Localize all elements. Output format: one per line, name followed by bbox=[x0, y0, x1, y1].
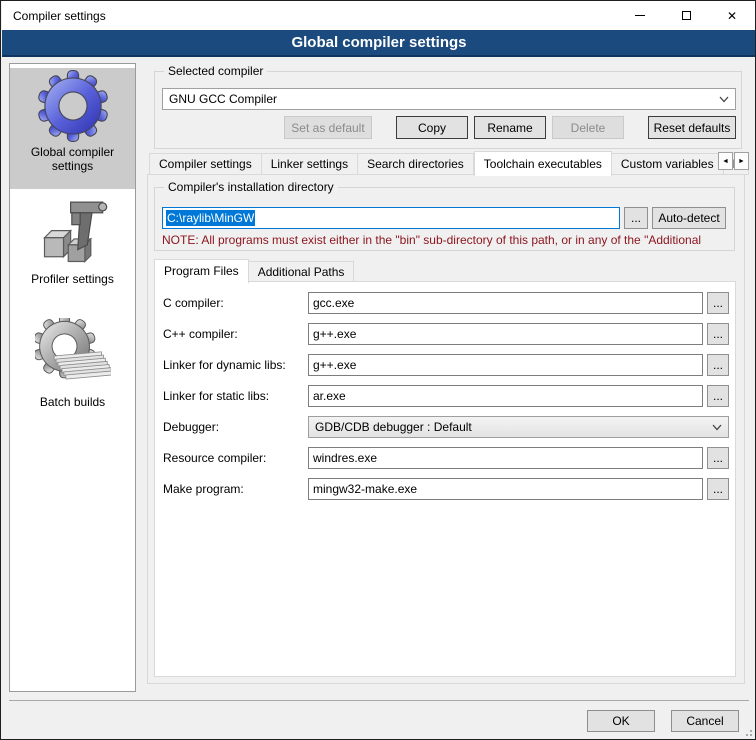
sidebar-item-profiler-settings[interactable]: Profiler settings bbox=[10, 195, 135, 292]
caption-buttons: ✕ bbox=[617, 1, 755, 30]
tab-toolchain-executables[interactable]: Toolchain executables bbox=[474, 151, 612, 176]
field-row-linker-dynamic: Linker for dynamic libs: ... bbox=[163, 354, 729, 376]
window-title: Compiler settings bbox=[13, 9, 106, 23]
resource-compiler-input[interactable] bbox=[308, 447, 703, 469]
toolchain-subtabs: Program Files Additional Paths bbox=[154, 258, 354, 282]
cpp-compiler-browse-button[interactable]: ... bbox=[707, 323, 729, 345]
tab-scroll-right-button[interactable]: ► bbox=[734, 152, 749, 170]
banner: Global compiler settings bbox=[2, 30, 756, 57]
linker-static-browse-button[interactable]: ... bbox=[707, 385, 729, 407]
field-row-resource-compiler: Resource compiler: ... bbox=[163, 447, 729, 469]
field-label: C compiler: bbox=[163, 296, 308, 310]
resource-compiler-browse-button[interactable]: ... bbox=[707, 447, 729, 469]
field-label: Make program: bbox=[163, 482, 308, 496]
tab-search-directories[interactable]: Search directories bbox=[358, 153, 474, 175]
sidebar-item-label: Batch builds bbox=[10, 394, 135, 415]
page-title: Global compiler settings bbox=[291, 34, 466, 51]
field-row-make-program: Make program: ... bbox=[163, 478, 729, 500]
cancel-button[interactable]: Cancel bbox=[671, 710, 739, 732]
copy-button[interactable]: Copy bbox=[396, 116, 468, 139]
field-row-debugger: Debugger: GDB/CDB debugger : Default bbox=[163, 416, 729, 438]
linker-dynamic-input[interactable] bbox=[308, 354, 703, 376]
sidebar-item-label: Profiler settings bbox=[10, 271, 135, 292]
install-dir-browse-button[interactable]: ... bbox=[624, 207, 648, 229]
group-label: Compiler's installation directory bbox=[164, 180, 338, 194]
debugger-combo[interactable]: GDB/CDB debugger : Default bbox=[308, 416, 729, 438]
install-dir-selected-text: C:\raylib\MinGW bbox=[166, 210, 255, 226]
field-label: Linker for dynamic libs: bbox=[163, 358, 308, 372]
gear-blue-icon bbox=[35, 68, 111, 144]
compiler-buttons-row: Set as default Copy Rename Delete Reset … bbox=[155, 116, 736, 139]
delete-button: Delete bbox=[552, 116, 624, 139]
installation-directory-group: Compiler's installation directory C:\ray… bbox=[154, 187, 735, 251]
field-label: Resource compiler: bbox=[163, 451, 308, 465]
bin-subdirectory-note: NOTE: All programs must exist either in … bbox=[162, 233, 729, 247]
minimize-button[interactable] bbox=[617, 1, 663, 30]
sidebar: Global compiler settings bbox=[9, 63, 136, 692]
chevron-down-icon bbox=[719, 96, 729, 103]
tab-linker-settings[interactable]: Linker settings bbox=[262, 153, 358, 175]
field-row-c-compiler: C compiler: ... bbox=[163, 292, 729, 314]
sidebar-item-batch-builds[interactable]: Batch builds bbox=[10, 318, 135, 415]
selected-compiler-value: GNU GCC Compiler bbox=[169, 92, 719, 106]
sidebar-item-label: Global compiler settings bbox=[10, 144, 135, 179]
maximize-button[interactable] bbox=[663, 1, 709, 30]
auto-detect-button[interactable]: Auto-detect bbox=[652, 207, 726, 229]
rename-button[interactable]: Rename bbox=[474, 116, 546, 139]
main-tabstrip: Compiler settings Linker settings Search… bbox=[149, 150, 749, 175]
tab-scroll-left-button[interactable]: ◄ bbox=[718, 152, 733, 170]
c-compiler-input[interactable] bbox=[308, 292, 703, 314]
make-program-browse-button[interactable]: ... bbox=[707, 478, 729, 500]
batch-builds-icon bbox=[35, 318, 111, 394]
chevron-down-icon bbox=[712, 424, 722, 431]
footer-divider bbox=[9, 700, 749, 701]
make-program-input[interactable] bbox=[308, 478, 703, 500]
profiler-caliper-icon bbox=[35, 195, 111, 271]
install-dir-input[interactable]: C:\raylib\MinGW bbox=[162, 207, 620, 229]
close-button[interactable]: ✕ bbox=[709, 1, 755, 30]
set-as-default-button: Set as default bbox=[284, 116, 372, 139]
resize-grip[interactable] bbox=[744, 728, 752, 736]
linker-static-input[interactable] bbox=[308, 385, 703, 407]
sidebar-item-global-compiler-settings[interactable]: Global compiler settings bbox=[10, 68, 135, 189]
field-label: Debugger: bbox=[163, 420, 308, 434]
titlebar: Compiler settings ✕ bbox=[2, 1, 755, 30]
debugger-value: GDB/CDB debugger : Default bbox=[315, 420, 712, 434]
tab-custom-variables[interactable]: Custom variables bbox=[612, 153, 724, 175]
program-files-page: C compiler: ... C++ compiler: ... Linker… bbox=[154, 281, 736, 677]
compiler-settings-dialog: Compiler settings ✕ Global compiler sett… bbox=[0, 0, 756, 740]
field-label: C++ compiler: bbox=[163, 327, 308, 341]
subtab-additional-paths[interactable]: Additional Paths bbox=[249, 261, 355, 282]
tab-compiler-settings[interactable]: Compiler settings bbox=[149, 153, 262, 175]
field-row-cpp-compiler: C++ compiler: ... bbox=[163, 323, 729, 345]
tab-scroll-left-icon: ◄ bbox=[722, 158, 729, 165]
installation-directory-row: C:\raylib\MinGW ... Auto-detect bbox=[162, 207, 726, 229]
selected-compiler-combo[interactable]: GNU GCC Compiler bbox=[162, 88, 736, 110]
ok-button[interactable]: OK bbox=[587, 710, 655, 732]
field-label: Linker for static libs: bbox=[163, 389, 308, 403]
close-icon: ✕ bbox=[727, 10, 737, 22]
cpp-compiler-input[interactable] bbox=[308, 323, 703, 345]
minimize-icon bbox=[635, 15, 645, 16]
group-label: Selected compiler bbox=[164, 64, 267, 78]
maximize-icon bbox=[682, 11, 691, 20]
subtab-program-files[interactable]: Program Files bbox=[154, 259, 249, 283]
reset-defaults-button[interactable]: Reset defaults bbox=[648, 116, 736, 139]
linker-dynamic-browse-button[interactable]: ... bbox=[707, 354, 729, 376]
c-compiler-browse-button[interactable]: ... bbox=[707, 292, 729, 314]
field-row-linker-static: Linker for static libs: ... bbox=[163, 385, 729, 407]
tab-scroll-right-icon: ► bbox=[738, 158, 745, 165]
selected-compiler-group: Selected compiler GNU GCC Compiler Set a… bbox=[154, 71, 742, 149]
